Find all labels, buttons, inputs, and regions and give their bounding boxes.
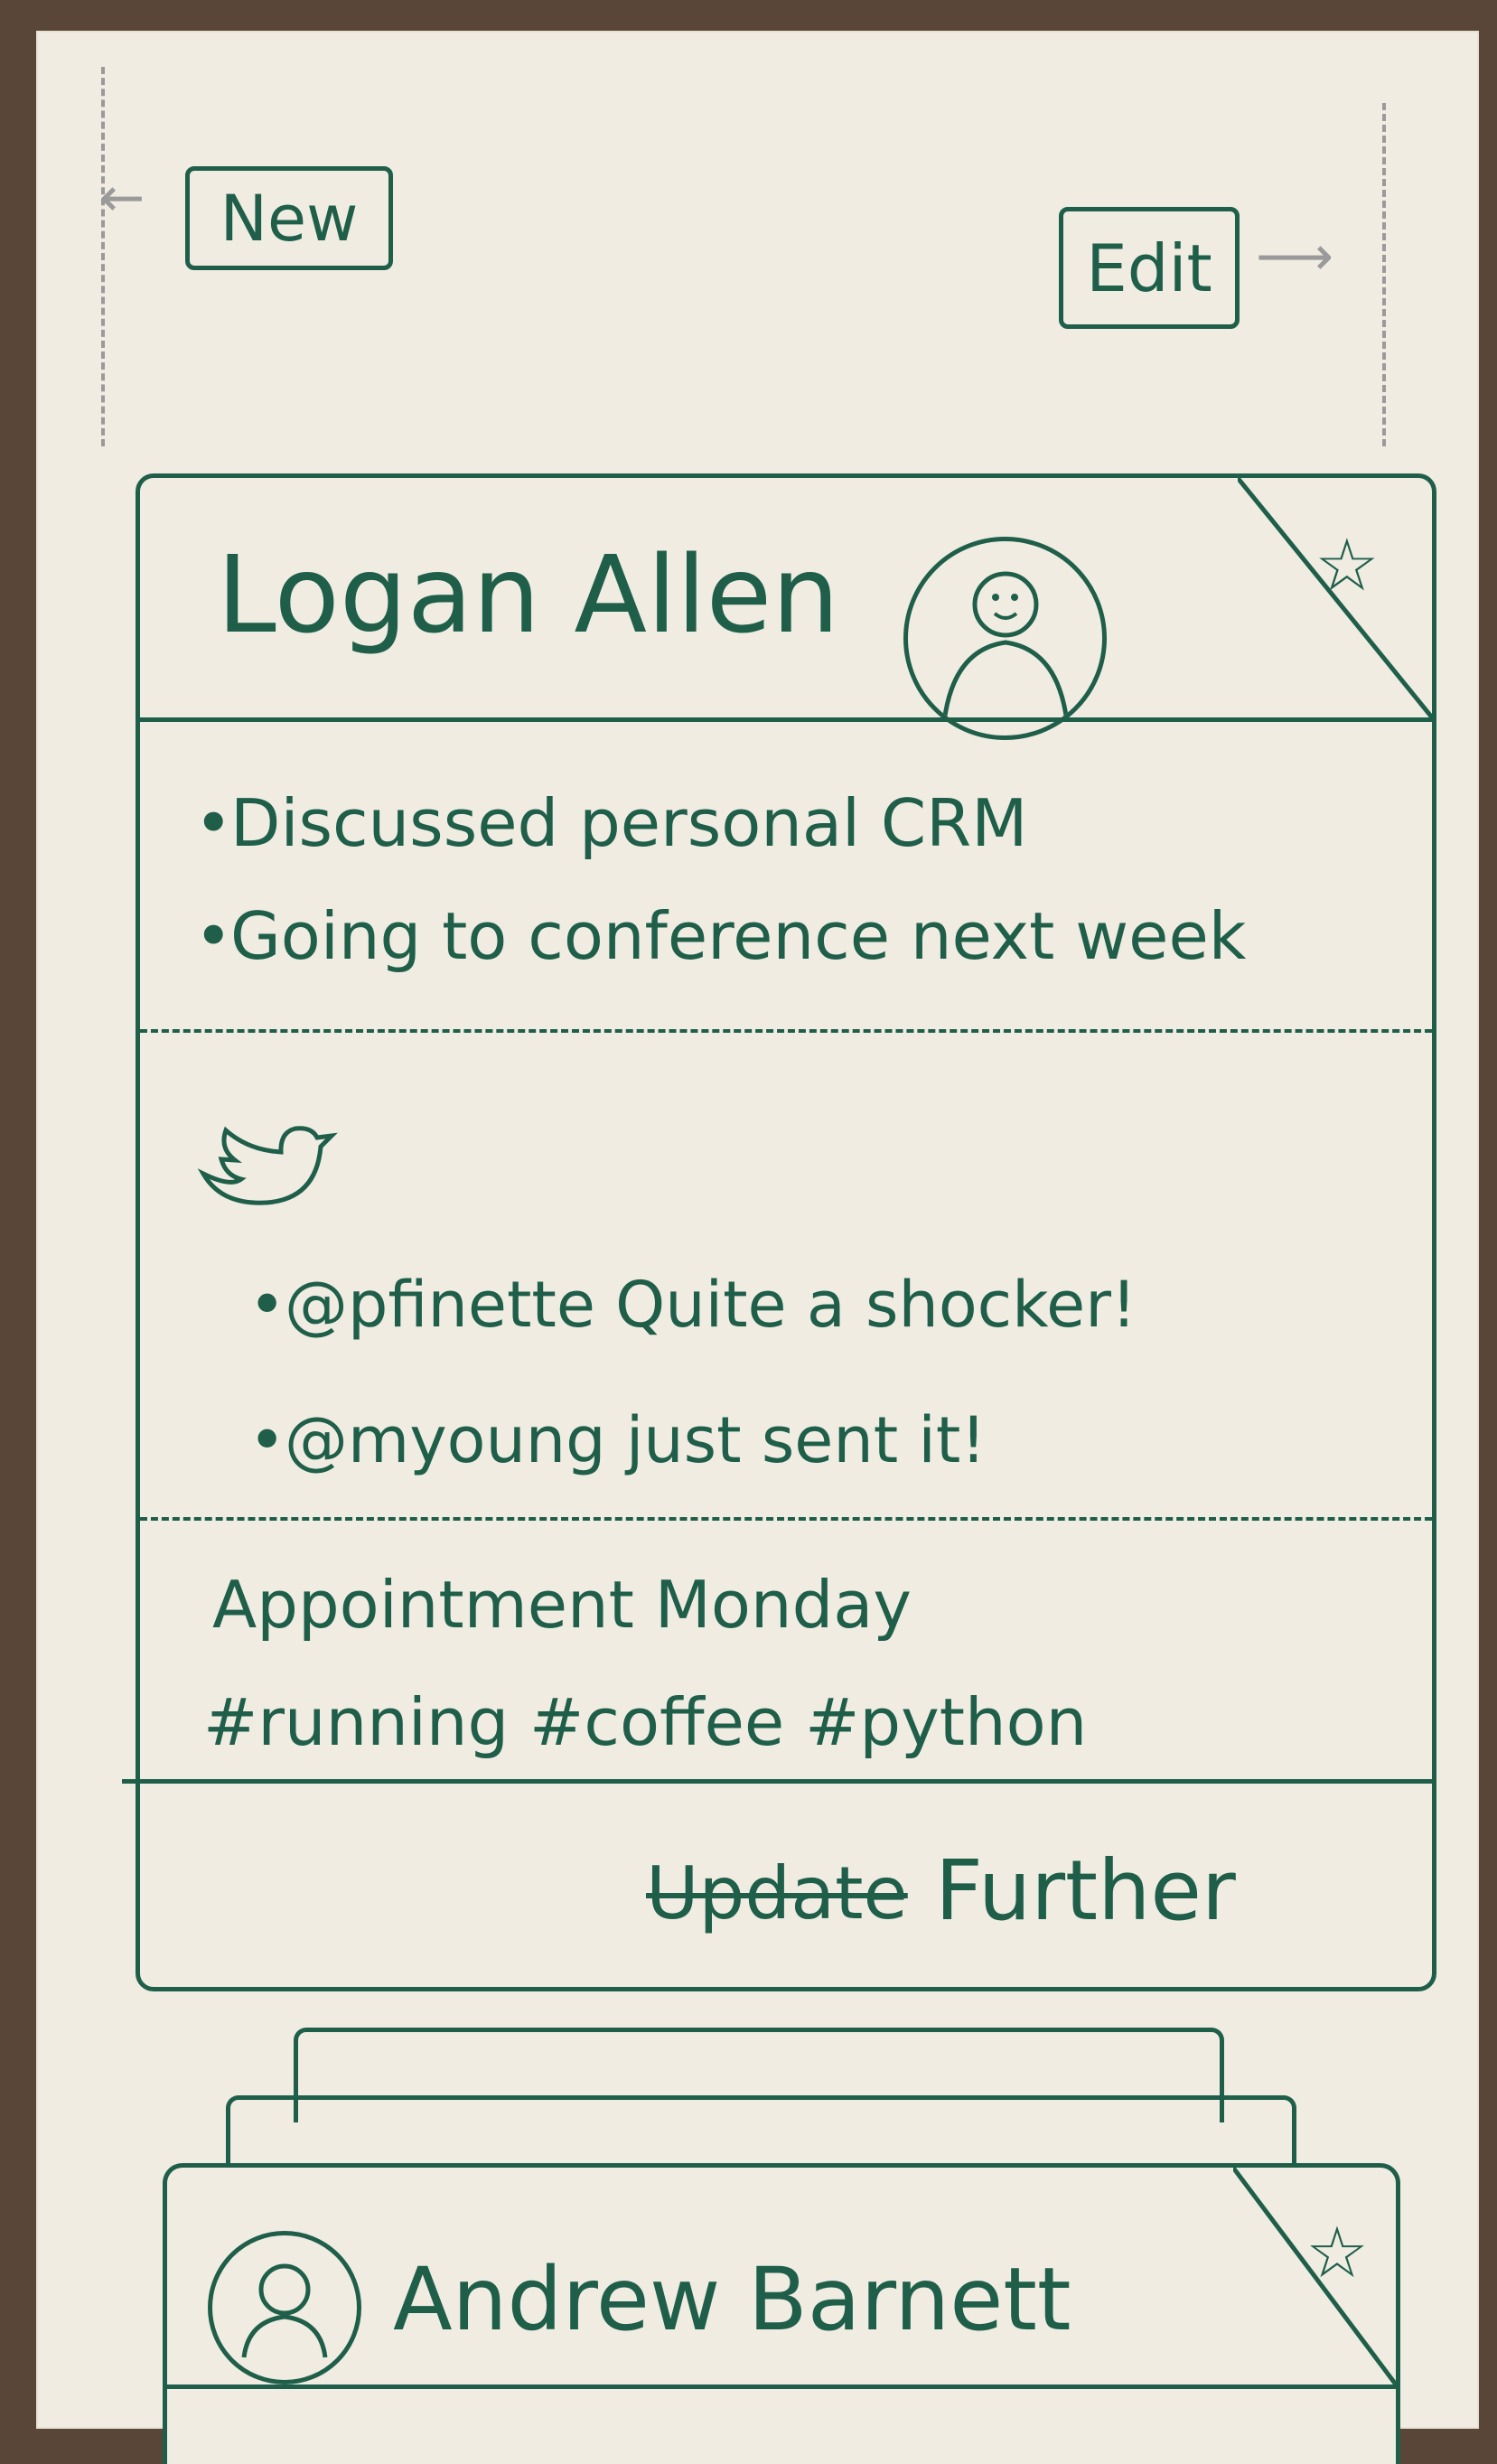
avatar-icon[interactable] [903,537,1107,740]
new-button-label: New [220,181,359,256]
contact-name: Andrew Barnett [393,2249,1071,2350]
star-icon[interactable]: ☆ [1315,523,1380,607]
card-divider [167,2384,1396,2389]
list-item: •Discussed personal CRM [194,785,1028,861]
avatar-icon [208,2231,361,2384]
contact-card[interactable]: Logan Allen ☆ •Discussed personal CRM •G… [122,473,1436,1991]
list-item: •Going to conference next week [194,898,1247,974]
contact-name: Logan Allen [217,532,840,657]
struck-label: Update [646,1851,908,1935]
list-item[interactable]: •@myoung just sent it! [248,1373,1137,1508]
edit-button-label: Edit [1086,230,1212,306]
twitter-icon [194,1120,339,1219]
sketch-paper: ← ⟶ New Edit Logan Allen ☆ •Discussed pe… [36,31,1479,2464]
left-arrow-icon: ← [99,166,145,230]
further-button[interactable]: Further [935,1842,1236,1939]
section-divider [140,1029,1432,1033]
star-icon[interactable]: ☆ [1305,2213,1369,2294]
list-item[interactable]: •@pfinette Quite a shocker! [248,1237,1137,1373]
tweets-list: •@pfinette Quite a shocker! •@myoung jus… [248,1237,1137,1508]
appointment-text: Appointment Monday [212,1567,912,1643]
section-divider [140,1517,1432,1521]
card-header: Logan Allen ☆ [140,478,1432,740]
notes-list: •Discussed personal CRM •Going to confer… [194,767,1246,993]
next-contact-card[interactable]: Andrew Barnett ☆ [163,2163,1400,2464]
right-arrow-icon: ⟶ [1256,225,1334,288]
edit-button[interactable]: Edit [1059,207,1240,329]
left-swipe-guide [101,67,105,446]
footer-divider [122,1779,1432,1784]
new-button[interactable]: New [185,166,393,270]
right-swipe-guide [1382,103,1386,446]
tags-text: #running #coffee #python [203,1684,1088,1760]
